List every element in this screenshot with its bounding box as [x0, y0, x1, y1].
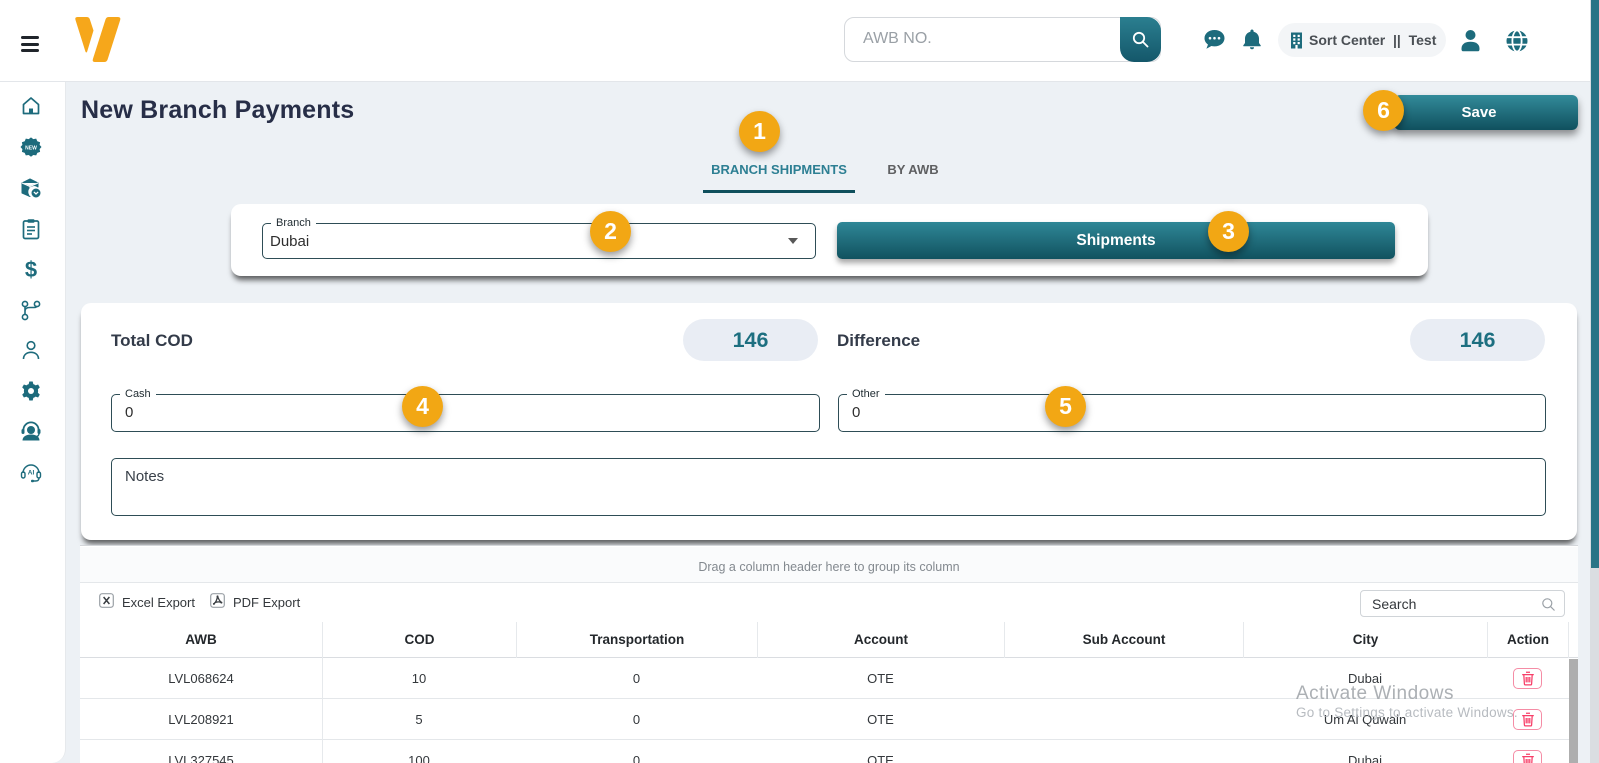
svg-text:AI: AI: [28, 470, 35, 477]
svg-text:$: $: [25, 258, 37, 280]
svg-text:NEW: NEW: [25, 146, 37, 152]
